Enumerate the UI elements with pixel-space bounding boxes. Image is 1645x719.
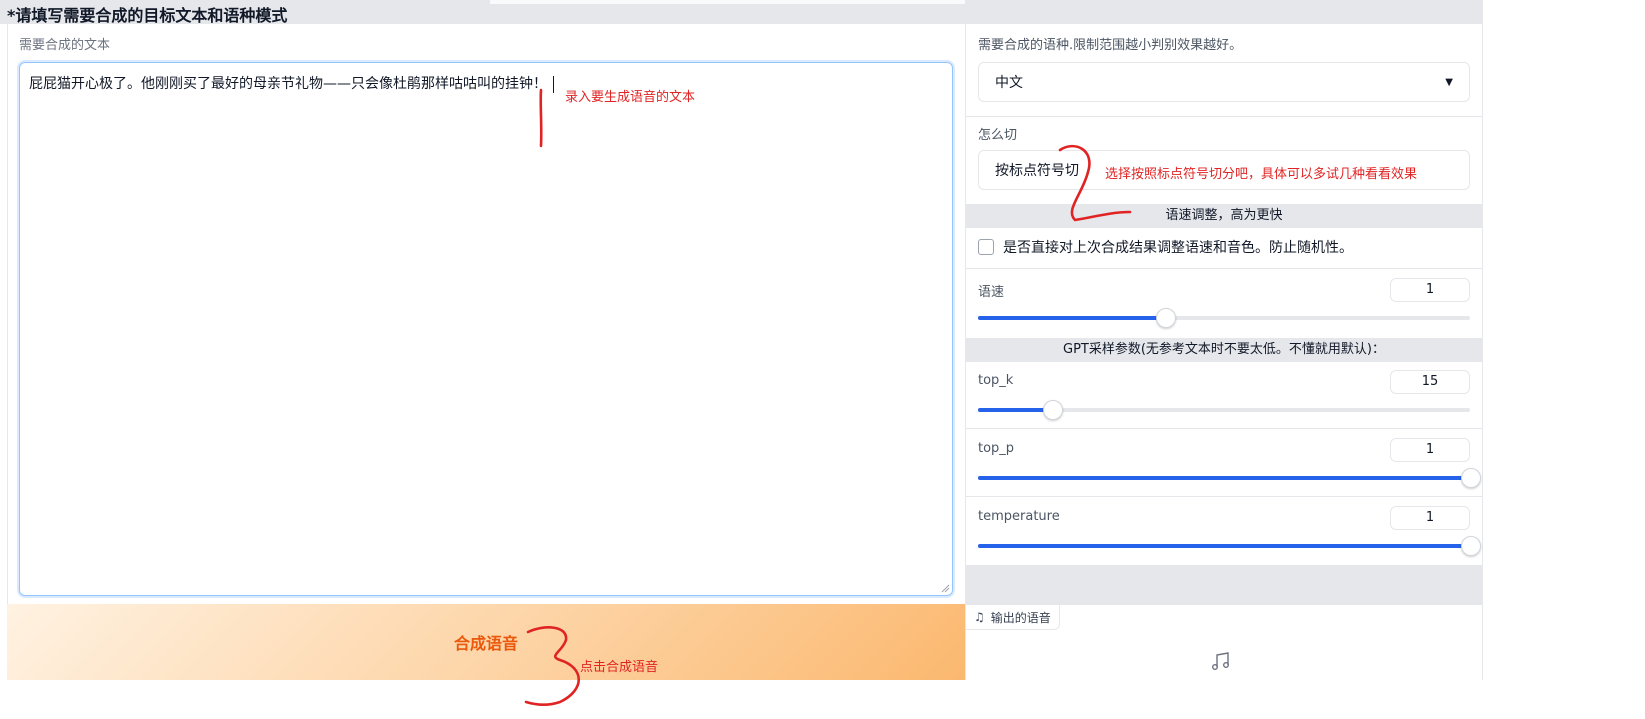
settings-footer-band bbox=[965, 565, 1483, 605]
top-p-number-input[interactable]: 1 bbox=[1390, 438, 1470, 462]
speed-section-header: 语速调整，高为更快 bbox=[965, 204, 1483, 228]
text-input-field[interactable]: 屁屁猫开心极了。他刚刚买了最好的母亲节礼物——只会像杜鹃那样咕咕叫的挂钟！ bbox=[19, 62, 953, 596]
top-k-slider-fill bbox=[978, 408, 1052, 412]
annotation-text-3: 点击合成语音 bbox=[580, 660, 659, 675]
speed-slider-handle[interactable] bbox=[1155, 308, 1176, 328]
top-k-slider[interactable] bbox=[978, 400, 1470, 420]
cut-mode-label: 怎么切 bbox=[978, 128, 1018, 143]
text-input-value: 屁屁猫开心极了。他刚刚买了最好的母亲节礼物——只会像杜鹃那样咕咕叫的挂钟！ bbox=[29, 76, 547, 92]
top-k-number-input[interactable]: 15 bbox=[1390, 370, 1470, 394]
temperature-slider-handle[interactable] bbox=[1461, 536, 1481, 556]
page-title: *请填写需要合成的目标文本和语种模式 bbox=[7, 6, 288, 25]
top-p-slider[interactable] bbox=[978, 468, 1481, 488]
divider bbox=[965, 268, 1483, 269]
language-label: 需要合成的语种.限制范围越小判别效果越好。 bbox=[978, 38, 1243, 53]
cut-mode-selected: 按标点符号切 bbox=[995, 163, 1079, 179]
speed-slider-fill bbox=[978, 316, 1165, 320]
top-k-slider-handle[interactable] bbox=[1042, 400, 1063, 420]
dropdown-arrow-icon: ▼ bbox=[1445, 76, 1453, 88]
music-note-icon: ♫ bbox=[974, 610, 985, 624]
synthesize-button-label: 合成语音 bbox=[453, 634, 518, 653]
temperature-label: temperature bbox=[978, 509, 1060, 524]
adjust-last-result-checkbox[interactable] bbox=[978, 239, 994, 255]
divider bbox=[965, 496, 1483, 497]
divider bbox=[965, 116, 1483, 117]
speed-slider[interactable] bbox=[978, 308, 1470, 328]
top-p-slider-fill bbox=[978, 476, 1470, 480]
audio-output-label-tag: ♫ 输出的语音 bbox=[965, 604, 1060, 630]
text-caret bbox=[553, 75, 554, 93]
language-selected: 中文 bbox=[995, 75, 1023, 91]
divider bbox=[965, 428, 1483, 429]
temperature-slider-fill bbox=[978, 544, 1470, 548]
top-p-slider-handle[interactable] bbox=[1461, 468, 1481, 488]
audio-placeholder-music-icon bbox=[1212, 652, 1229, 670]
synthesize-button[interactable]: 合成语音 bbox=[7, 604, 965, 680]
resize-handle-icon[interactable] bbox=[940, 583, 950, 593]
top-k-label: top_k bbox=[978, 373, 1014, 388]
annotation-text-1: 录入要生成语音的文本 bbox=[565, 90, 696, 105]
speed-label: 语速 bbox=[978, 285, 1005, 300]
header-strip bbox=[490, 0, 965, 4]
annotation-text-2: 选择按照标点符号切分吧，具体可以多试几种看看效果 bbox=[1105, 167, 1418, 182]
gpt-section-header: GPT采样参数(无参考文本时不要太低。不懂就用默认)： bbox=[965, 338, 1483, 362]
top-p-label: top_p bbox=[978, 441, 1015, 456]
temperature-slider[interactable] bbox=[978, 536, 1481, 556]
temperature-number-input[interactable]: 1 bbox=[1390, 506, 1470, 530]
adjust-last-result-label: 是否直接对上次合成结果调整语速和音色。防止随机性。 bbox=[1003, 240, 1353, 256]
speed-number-input[interactable]: 1 bbox=[1390, 278, 1470, 302]
language-dropdown[interactable]: 中文 ▼ bbox=[978, 62, 1470, 102]
text-input-label: 需要合成的文本 bbox=[19, 38, 111, 53]
audio-output-label: 输出的语音 bbox=[990, 610, 1051, 625]
